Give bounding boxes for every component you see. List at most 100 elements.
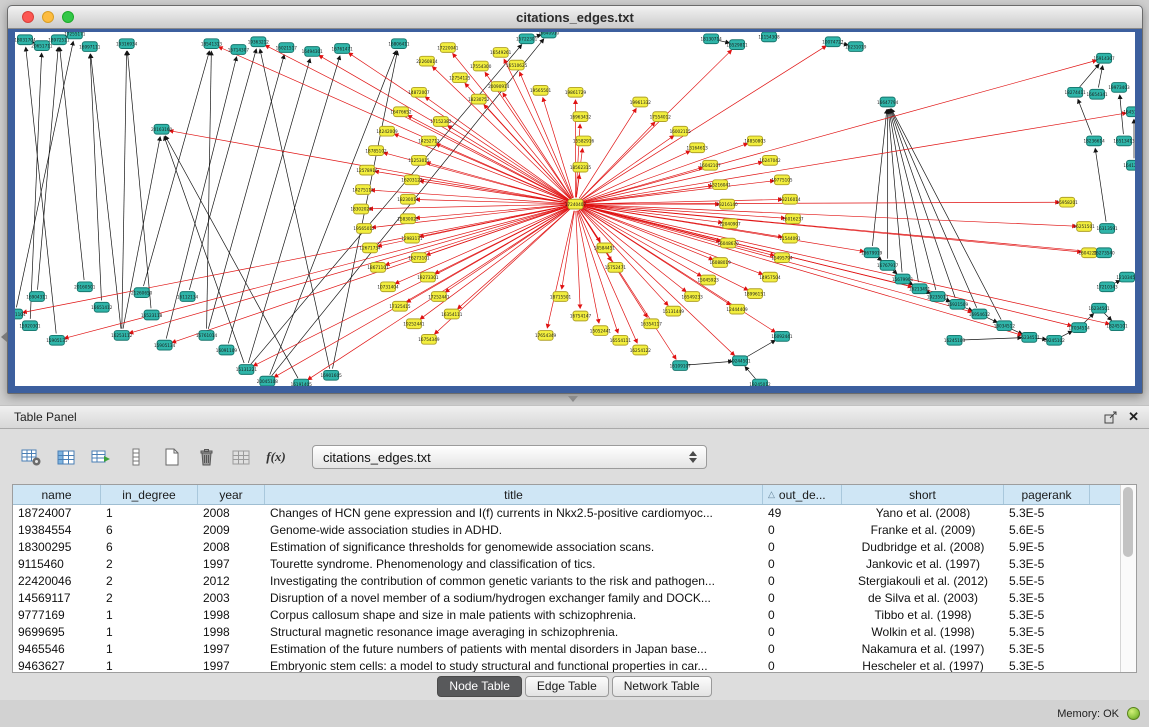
cell-pagerank[interactable]: 5.3E-5	[1004, 607, 1090, 624]
cell-short[interactable]: Nakamura et al. (1997)	[842, 641, 1004, 658]
cell-pagerank[interactable]: 5.3E-5	[1004, 641, 1090, 658]
table-row[interactable]: 946554611997Estimation of the future num…	[13, 641, 1136, 658]
tab-edge-table[interactable]: Edge Table	[525, 676, 609, 697]
cell-pagerank[interactable]: 5.3E-5	[1004, 624, 1090, 641]
cell-out_degree[interactable]: 0	[763, 556, 842, 573]
cell-year[interactable]: 2008	[198, 505, 265, 522]
cell-title[interactable]: Tourette syndrome. Phenomenology and cla…	[265, 556, 763, 573]
cell-year[interactable]: 2008	[198, 539, 265, 556]
cell-year[interactable]: 1998	[198, 607, 265, 624]
cell-out_degree[interactable]: 0	[763, 641, 842, 658]
cell-short[interactable]: Hescheler et al. (1997)	[842, 658, 1004, 673]
cell-year[interactable]: 1997	[198, 556, 265, 573]
cell-short[interactable]: Tibbo et al. (1998)	[842, 607, 1004, 624]
column-header-pagerank[interactable]: pagerank	[1004, 485, 1090, 504]
column-header-year[interactable]: year	[198, 485, 265, 504]
cell-in_degree[interactable]: 6	[101, 539, 198, 556]
cell-short[interactable]: Stergiakouli et al. (2012)	[842, 573, 1004, 590]
table-row[interactable]: 1456911722003Disruption of a novel membe…	[13, 590, 1136, 607]
cell-out_degree[interactable]: 0	[763, 573, 842, 590]
cell-short[interactable]: Franke et al. (2009)	[842, 522, 1004, 539]
panel-collapse-arrow-icon[interactable]	[1, 332, 7, 342]
table-settings-button[interactable]	[18, 445, 44, 469]
table-row[interactable]: 1830029562008Estimation of significance …	[13, 539, 1136, 556]
table-row[interactable]: 969969511998Structural magnetic resonanc…	[13, 624, 1136, 641]
cell-title[interactable]: Investigating the contribution of common…	[265, 573, 763, 590]
close-window-button[interactable]	[22, 11, 34, 23]
cell-title[interactable]: Structural magnetic resonance image aver…	[265, 624, 763, 641]
cell-short[interactable]: Wolkin et al. (1998)	[842, 624, 1004, 641]
split-divider[interactable]	[0, 392, 1149, 405]
cell-name[interactable]: 9777169	[13, 607, 101, 624]
cell-name[interactable]: 9699695	[13, 624, 101, 641]
cell-out_degree[interactable]: 0	[763, 590, 842, 607]
cell-short[interactable]: Jankovic et al. (1997)	[842, 556, 1004, 573]
delete-table-button[interactable]	[193, 445, 219, 469]
cell-in_degree[interactable]: 6	[101, 522, 198, 539]
cell-name[interactable]: 18300295	[13, 539, 101, 556]
cell-short[interactable]: Dudbridge et al. (2008)	[842, 539, 1004, 556]
cell-name[interactable]: 9115460	[13, 556, 101, 573]
cell-name[interactable]: 18724007	[13, 505, 101, 522]
cell-short[interactable]: Yano et al. (2008)	[842, 505, 1004, 522]
table-row[interactable]: 2242004622012Investigating the contribut…	[13, 573, 1136, 590]
cell-year[interactable]: 1997	[198, 641, 265, 658]
minimize-window-button[interactable]	[42, 11, 54, 23]
cell-pagerank[interactable]: 5.3E-5	[1004, 505, 1090, 522]
cell-out_degree[interactable]: 0	[763, 658, 842, 673]
cell-out_degree[interactable]: 0	[763, 624, 842, 641]
cell-title[interactable]: Embryonic stem cells: a model to study s…	[265, 658, 763, 673]
cell-in_degree[interactable]: 2	[101, 590, 198, 607]
table-row[interactable]: 911546021997Tourette syndrome. Phenomeno…	[13, 556, 1136, 573]
table-row[interactable]: 1938455462009Genome-wide association stu…	[13, 522, 1136, 539]
create-table-button[interactable]	[158, 445, 184, 469]
cell-pagerank[interactable]: 5.3E-5	[1004, 590, 1090, 607]
scrollbar-thumb[interactable]	[1123, 487, 1133, 557]
tab-network-table[interactable]: Network Table	[612, 676, 712, 697]
cell-pagerank[interactable]: 5.3E-5	[1004, 556, 1090, 573]
cell-title[interactable]: Disruption of a novel member of a sodium…	[265, 590, 763, 607]
cell-pagerank[interactable]: 5.3E-5	[1004, 658, 1090, 673]
cell-name[interactable]: 9463627	[13, 658, 101, 673]
close-panel-button[interactable]: ✕	[1128, 409, 1139, 425]
cell-pagerank[interactable]: 5.5E-5	[1004, 573, 1090, 590]
column-header-name[interactable]: name	[13, 485, 101, 504]
column-header-title[interactable]: title	[265, 485, 763, 504]
cell-in_degree[interactable]: 2	[101, 573, 198, 590]
column-header-in_degree[interactable]: in_degree	[101, 485, 198, 504]
cell-in_degree[interactable]: 1	[101, 624, 198, 641]
cell-name[interactable]: 9465546	[13, 641, 101, 658]
cell-name[interactable]: 14569117	[13, 590, 101, 607]
cell-year[interactable]: 2009	[198, 522, 265, 539]
cell-out_degree[interactable]: 0	[763, 539, 842, 556]
table-row[interactable]: 1872400712008Changes of HCN gene express…	[13, 505, 1136, 522]
cell-out_degree[interactable]: 49	[763, 505, 842, 522]
cell-in_degree[interactable]: 1	[101, 607, 198, 624]
cell-in_degree[interactable]: 1	[101, 505, 198, 522]
cell-out_degree[interactable]: 0	[763, 607, 842, 624]
column-header-short[interactable]: short	[842, 485, 1004, 504]
column-header-out_degree[interactable]: △out_de...	[763, 485, 842, 504]
cell-year[interactable]: 2012	[198, 573, 265, 590]
cell-year[interactable]: 1997	[198, 658, 265, 673]
row-options-button[interactable]	[123, 445, 149, 469]
cell-title[interactable]: Changes of HCN gene expression and I(f) …	[265, 505, 763, 522]
cell-pagerank[interactable]: 5.6E-5	[1004, 522, 1090, 539]
window-titlebar[interactable]: citations_edges.txt	[8, 6, 1142, 29]
cell-year[interactable]: 2003	[198, 590, 265, 607]
function-builder-button[interactable]: f(x)	[263, 445, 289, 469]
cell-pagerank[interactable]: 5.9E-5	[1004, 539, 1090, 556]
network-table-select[interactable]: citations_edges.txt	[312, 445, 707, 469]
cell-title[interactable]: Corpus callosum shape and size in male p…	[265, 607, 763, 624]
show-columns-button[interactable]	[53, 445, 79, 469]
cell-short[interactable]: de Silva et al. (2003)	[842, 590, 1004, 607]
cell-name[interactable]: 22420046	[13, 573, 101, 590]
float-panel-button[interactable]	[1104, 411, 1118, 424]
table-scrollbar[interactable]	[1120, 485, 1136, 672]
table-row[interactable]: 977716911998Corpus callosum shape and si…	[13, 607, 1136, 624]
edit-table-button[interactable]	[88, 445, 114, 469]
zoom-window-button[interactable]	[62, 11, 74, 23]
table-row[interactable]: 946362711997Embryonic stem cells: a mode…	[13, 658, 1136, 673]
import-table-button[interactable]	[228, 445, 254, 469]
cell-in_degree[interactable]: 1	[101, 641, 198, 658]
